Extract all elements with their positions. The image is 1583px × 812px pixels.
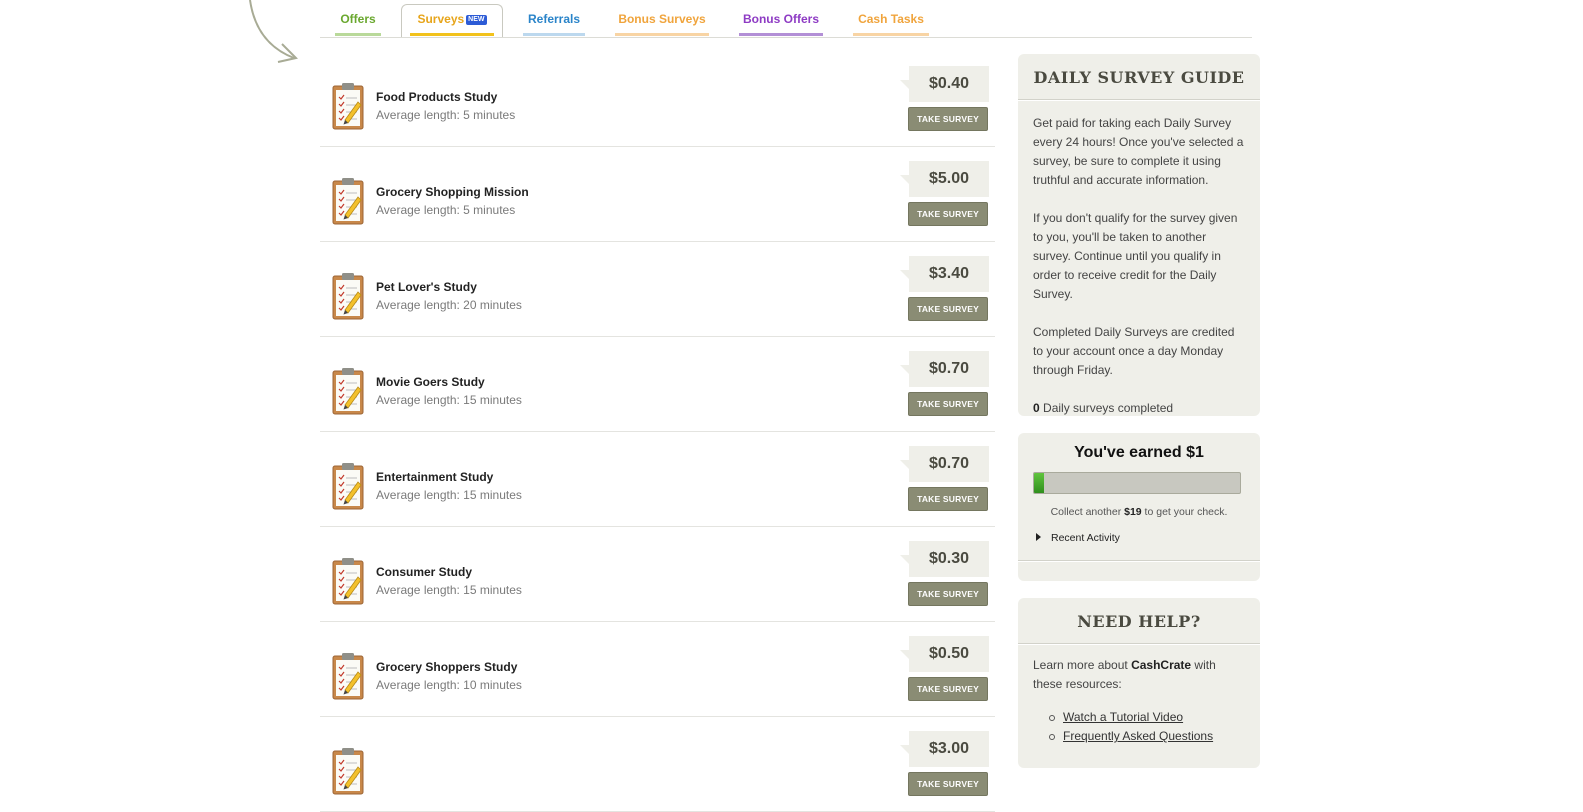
- faq-link[interactable]: Frequently Asked Questions: [1063, 729, 1213, 743]
- tutorial-video-link[interactable]: Watch a Tutorial Video: [1063, 710, 1183, 724]
- recent-activity-toggle[interactable]: Recent Activity: [1036, 532, 1120, 544]
- survey-length: Average length: 5 minutes: [376, 108, 516, 122]
- survey-row: Consumer Study Average length: 15 minutes…: [320, 527, 995, 622]
- survey-price: $3.40: [900, 256, 989, 292]
- collect-amount: $19: [1124, 506, 1142, 518]
- new-badge: NEW: [466, 15, 487, 25]
- survey-list: Food Products Study Average length: 5 min…: [320, 52, 995, 812]
- survey-length: Average length: 20 minutes: [376, 298, 522, 312]
- collect-message: Collect another $19 to get your check.: [1018, 506, 1260, 518]
- survey-length: Average length: 15 minutes: [376, 488, 522, 502]
- guide-paragraph-3: Completed Daily Surveys are credited to …: [1033, 325, 1235, 377]
- tab-label: Offers: [340, 12, 376, 26]
- take-survey-button[interactable]: TAKE SURVEY: [908, 392, 988, 416]
- survey-title[interactable]: Consumer Study: [376, 565, 472, 579]
- tab-surveys[interactable]: Surveys NEW: [401, 4, 503, 37]
- help-link-item: Watch a Tutorial Video: [1049, 708, 1246, 727]
- survey-price: $0.40: [900, 66, 989, 102]
- take-survey-button[interactable]: TAKE SURVEY: [908, 297, 988, 321]
- clipboard-icon: [332, 653, 364, 700]
- survey-price: $0.50: [900, 636, 989, 672]
- clipboard-icon: [332, 273, 364, 320]
- tab-offers[interactable]: Offers: [335, 6, 381, 36]
- survey-title[interactable]: Movie Goers Study: [376, 375, 485, 389]
- tab-label: Surveys: [417, 12, 465, 26]
- tab-label: Bonus Offers: [742, 12, 819, 26]
- tab-label: Bonus Surveys: [618, 12, 706, 26]
- collect-pre: Collect another: [1050, 506, 1125, 518]
- take-survey-button[interactable]: TAKE SURVEY: [908, 772, 988, 796]
- survey-title[interactable]: Entertainment Study: [376, 470, 493, 484]
- clipboard-icon: [332, 368, 364, 415]
- earnings-progress-bar: [1033, 472, 1241, 494]
- earned-title: You've earned $1: [1074, 444, 1204, 461]
- tab-underline: [739, 33, 823, 36]
- take-survey-button[interactable]: TAKE SURVEY: [908, 582, 988, 606]
- collect-post: to get your check.: [1141, 506, 1228, 518]
- survey-price: $3.00: [900, 731, 989, 767]
- survey-row: Entertainment Study Average length: 15 mi…: [320, 432, 995, 527]
- recent-activity-label: Recent Activity: [1051, 532, 1120, 544]
- help-brand: CashCrate: [1131, 658, 1192, 672]
- decorative-arrow-icon: [249, 0, 298, 63]
- survey-length: Average length: 15 minutes: [376, 393, 522, 407]
- tab-referrals[interactable]: Referrals: [523, 6, 585, 36]
- survey-title[interactable]: Grocery Shopping Mission: [376, 185, 529, 199]
- clipboard-icon: [332, 748, 364, 795]
- category-tabs: Offers Surveys NEW Referrals Bonus Surveys Bo…: [320, 0, 1252, 38]
- tab-underline: [615, 33, 709, 36]
- tab-bonus-offers[interactable]: Bonus Offers: [739, 6, 823, 36]
- tab-label: Cash Tasks: [858, 12, 924, 26]
- tab-cash-tasks[interactable]: Cash Tasks: [853, 6, 929, 36]
- survey-row: Movie Goers Study Average length: 15 minu…: [320, 337, 995, 432]
- survey-price: $0.70: [900, 446, 989, 482]
- completed-label: Daily surveys completed: [1039, 401, 1174, 415]
- survey-row: Grocery Shopping Mission Average length: …: [320, 147, 995, 242]
- guide-completed: 0 Daily surveys completed: [1033, 399, 1246, 418]
- guide-paragraph-2: If you don't qualify for the survey give…: [1033, 211, 1238, 301]
- help-links: Watch a Tutorial Video Frequently Asked …: [1049, 708, 1246, 746]
- survey-title[interactable]: Grocery Shoppers Study: [376, 660, 517, 674]
- help-title: NEED HELP?: [1018, 598, 1260, 644]
- take-survey-button[interactable]: TAKE SURVEY: [908, 202, 988, 226]
- survey-length: Average length: 15 minutes: [376, 583, 522, 597]
- help-intro-pre: Learn more about: [1033, 658, 1132, 672]
- take-survey-button[interactable]: TAKE SURVEY: [908, 487, 988, 511]
- survey-row: Grocery Shoppers Study Average length: 10…: [320, 622, 995, 717]
- help-intro: Learn more about CashCrate with these re…: [1033, 656, 1246, 694]
- survey-row: Food Products Study Average length: 5 min…: [320, 52, 995, 147]
- clipboard-icon: [332, 83, 364, 130]
- tab-underline: [523, 33, 585, 36]
- need-help-panel: NEED HELP? Learn more about CashCrate wi…: [1018, 598, 1260, 768]
- triangle-right-icon: [1036, 533, 1041, 541]
- survey-price: $0.70: [900, 351, 989, 387]
- guide-paragraph-1: Get paid for taking each Daily Survey ev…: [1033, 116, 1244, 187]
- tab-underline: [335, 33, 381, 36]
- clipboard-icon: [332, 558, 364, 605]
- survey-title[interactable]: Pet Lover's Study: [376, 280, 477, 294]
- survey-title[interactable]: Food Products Study: [376, 90, 497, 104]
- take-survey-button[interactable]: TAKE SURVEY: [908, 107, 988, 131]
- clipboard-icon: [332, 463, 364, 510]
- take-survey-button[interactable]: TAKE SURVEY: [908, 677, 988, 701]
- tab-underline: [853, 33, 929, 36]
- guide-title: DAILY SURVEY GUIDE: [1018, 54, 1260, 100]
- tab-underline: [410, 33, 494, 36]
- survey-price: $0.30: [900, 541, 989, 577]
- tab-bonus-surveys[interactable]: Bonus Surveys: [615, 6, 709, 36]
- survey-length: Average length: 5 minutes: [376, 203, 516, 217]
- survey-row: Pet Lover's Study Average length: 20 minu…: [320, 242, 995, 337]
- earnings-progress-fill: [1034, 473, 1045, 493]
- earnings-panel: You've earned $1 Collect another $19 to …: [1018, 433, 1260, 581]
- completed-count: 0: [1033, 401, 1040, 415]
- clipboard-icon: [332, 178, 364, 225]
- survey-price: $5.00: [900, 161, 989, 197]
- survey-row: $3.00 TAKE SURVEY: [320, 717, 995, 812]
- survey-length: Average length: 10 minutes: [376, 678, 522, 692]
- divider: [1018, 560, 1260, 561]
- tab-label: Referrals: [527, 12, 581, 26]
- help-link-item: Frequently Asked Questions: [1049, 727, 1246, 746]
- daily-survey-guide-panel: DAILY SURVEY GUIDE Get paid for taking e…: [1018, 54, 1260, 416]
